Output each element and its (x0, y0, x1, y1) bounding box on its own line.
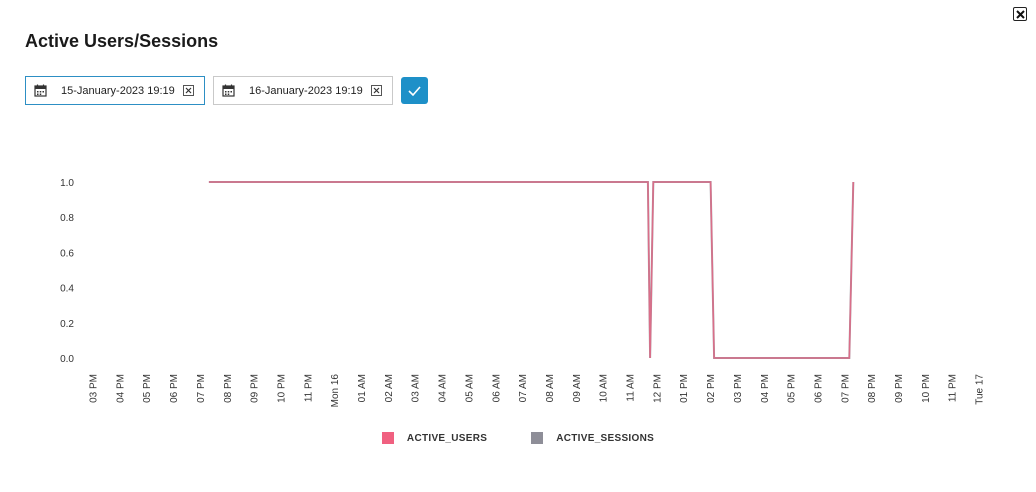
apply-button[interactable] (401, 77, 428, 104)
x-tick-label: 04 PM (115, 374, 126, 403)
x-tick-label: 03 PM (89, 374, 100, 403)
calendar-icon[interactable] (222, 84, 235, 97)
y-tick-label: 0.0 (60, 354, 74, 365)
x-tick-label: 03 PM (733, 374, 744, 403)
x-tick-label: 11 PM (948, 374, 959, 402)
x-tick-label: 06 PM (169, 374, 180, 403)
x-tick-label: 06 AM (491, 374, 502, 402)
page-title: Active Users/Sessions (25, 31, 219, 51)
x-tick-label: 05 PM (142, 374, 153, 403)
x-tick-label: 05 AM (464, 374, 475, 402)
x-tick-label: 09 PM (894, 374, 905, 403)
close-icon (1015, 9, 1025, 19)
x-tick-label: 08 PM (223, 374, 234, 403)
x-tick-label: 10 AM (599, 374, 610, 402)
calendar-icon[interactable] (34, 84, 47, 97)
line-chart: 0.0 0.2 0.4 0.6 0.8 1.0 03 PM 04 PM 05 PM 06 PM 07… (60, 178, 986, 408)
x-tick-label: 07 AM (518, 374, 529, 402)
legend-label-active-users: ACTIVE_USERS (406, 432, 488, 444)
x-tick-label: 12 PM (652, 374, 663, 403)
date-to-field[interactable]: 16-January-2023 19:19 (213, 76, 393, 105)
clear-date-from-icon[interactable] (182, 85, 194, 96)
x-tick-label: Tue 17 (975, 374, 986, 405)
legend-label-active-sessions: ACTIVE_SESSIONS (556, 432, 655, 444)
x-tick-label: 11 AM (626, 374, 637, 402)
y-tick-label: 0.6 (60, 248, 74, 259)
y-tick-label: 0.8 (60, 213, 74, 224)
series-line-active-users[interactable] (208, 181, 855, 359)
x-tick-label: 09 AM (572, 374, 583, 402)
x-tick-label: 05 PM (787, 374, 798, 403)
x-tick-label: 09 PM (250, 374, 261, 403)
x-tick-label: 10 PM (276, 374, 287, 403)
x-tick-label: 02 AM (384, 374, 395, 402)
legend-swatch-active-users (381, 432, 394, 444)
x-tick-label: 07 PM (196, 374, 207, 403)
x-tick-label: 08 AM (545, 374, 556, 402)
x-tick-label: 06 PM (813, 374, 824, 403)
date-to-value: 16-January-2023 19:19 (249, 84, 363, 97)
legend-swatch-active-sessions (531, 432, 544, 444)
date-from-field[interactable]: 15-January-2023 19:19 (25, 76, 205, 105)
clear-date-to-icon[interactable] (370, 85, 382, 96)
close-button[interactable] (1013, 7, 1027, 21)
x-tick-label: 02 PM (706, 374, 717, 403)
x-tick-label: 04 PM (760, 374, 771, 403)
y-tick-label: 0.4 (60, 284, 74, 295)
x-tick-label: 10 PM (921, 374, 932, 403)
checkmark-icon (408, 85, 421, 96)
x-tick-label: 01 PM (679, 374, 690, 403)
y-tick-label: 0.2 (60, 319, 74, 330)
x-tick-label: 07 PM (840, 374, 851, 403)
x-tick-label: 03 AM (411, 374, 422, 402)
chart-legend: ACTIVE_USERS ACTIVE_SESSIONS (0, 432, 1036, 444)
y-tick-label: 1.0 (60, 178, 74, 189)
date-from-value: 15-January-2023 19:19 (61, 84, 175, 97)
x-tick-label: Mon 16 (330, 374, 341, 408)
x-tick-label: 08 PM (867, 374, 878, 403)
series-line-active-sessions[interactable] (208, 181, 855, 359)
x-tick-label: 01 AM (357, 374, 368, 402)
legend-item-active-users[interactable]: ACTIVE_USERS (381, 432, 488, 444)
legend-item-active-sessions[interactable]: ACTIVE_SESSIONS (531, 432, 654, 444)
x-tick-label: 04 AM (438, 374, 449, 402)
x-tick-label: 11 PM (303, 374, 314, 402)
